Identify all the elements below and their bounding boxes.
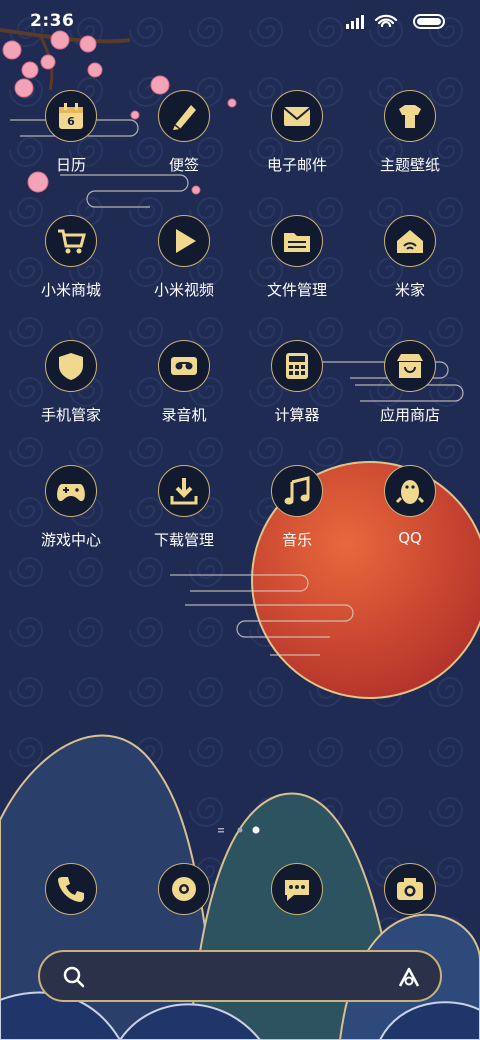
music-icon [271, 465, 323, 517]
qq-penguin-icon [384, 465, 436, 517]
app-label: 主题壁纸 [379, 156, 440, 174]
app-email[interactable]: 电子邮件 [242, 90, 352, 210]
calculator-icon [271, 340, 323, 392]
smart-home-icon [384, 215, 436, 267]
security-icon [45, 340, 97, 392]
shopping-cart-icon [45, 215, 97, 267]
app-video-play[interactable]: 小米视频 [129, 215, 239, 335]
camera-icon [384, 863, 436, 915]
app-label: 电子邮件 [266, 156, 327, 174]
app-calculator[interactable]: 计算器 [242, 340, 352, 460]
messages-icon [271, 863, 323, 915]
app-gamepad[interactable]: 游戏中心 [16, 465, 126, 585]
app-security[interactable]: 手机管家 [16, 340, 126, 460]
app-folder[interactable]: 文件管理 [242, 215, 352, 335]
email-icon [271, 90, 323, 142]
app-label: 计算器 [274, 406, 320, 424]
folder-icon [271, 215, 323, 267]
calendar-icon: 6 [45, 90, 97, 142]
browser-icon [158, 863, 210, 915]
app-label: 日历 [55, 156, 86, 174]
app-label: 录音机 [161, 406, 207, 424]
app-app-store[interactable]: 应用商店 [355, 340, 465, 460]
app-label: 音乐 [281, 531, 312, 549]
search-icon [63, 966, 85, 988]
app-label: 米家 [394, 281, 425, 299]
recorder-icon [158, 340, 210, 392]
app-calendar[interactable]: 6 日历 [16, 90, 126, 210]
video-play-icon [158, 215, 210, 267]
app-label: QQ [398, 529, 422, 547]
app-label: 下载管理 [153, 531, 214, 549]
voice-assistant-icon[interactable] [396, 964, 422, 990]
page-indicator [218, 826, 260, 834]
app-notes[interactable]: 便签 [129, 90, 239, 210]
notes-icon [158, 90, 210, 142]
search-bar[interactable] [38, 950, 442, 1002]
gamepad-icon [45, 465, 97, 517]
app-music[interactable]: 音乐 [242, 465, 352, 585]
app-themes[interactable]: 主题壁纸 [355, 90, 465, 210]
app-store-icon [384, 340, 436, 392]
app-download[interactable]: 下载管理 [129, 465, 239, 585]
app-qq-penguin[interactable]: QQ [355, 465, 465, 585]
app-grid: 6 日历 便签 电子邮件 主题壁纸小米商城 小米视频 文件管理 米家手机管家 录音机 计算器 应用商… [0, 0, 480, 800]
app-label: 游戏中心 [40, 531, 101, 549]
themes-icon [384, 90, 436, 142]
app-smart-home[interactable]: 米家 [355, 215, 465, 335]
app-recorder[interactable]: 录音机 [129, 340, 239, 460]
app-label: 小米商城 [40, 281, 101, 299]
app-label: 应用商店 [379, 406, 440, 424]
download-icon [158, 465, 210, 517]
app-label: 手机管家 [40, 406, 101, 424]
app-shopping-cart[interactable]: 小米商城 [16, 215, 126, 335]
svg-text:6: 6 [67, 115, 75, 128]
app-label: 文件管理 [266, 281, 327, 299]
app-label: 小米视频 [153, 281, 214, 299]
phone-icon [45, 863, 97, 915]
app-label: 便签 [168, 156, 199, 174]
